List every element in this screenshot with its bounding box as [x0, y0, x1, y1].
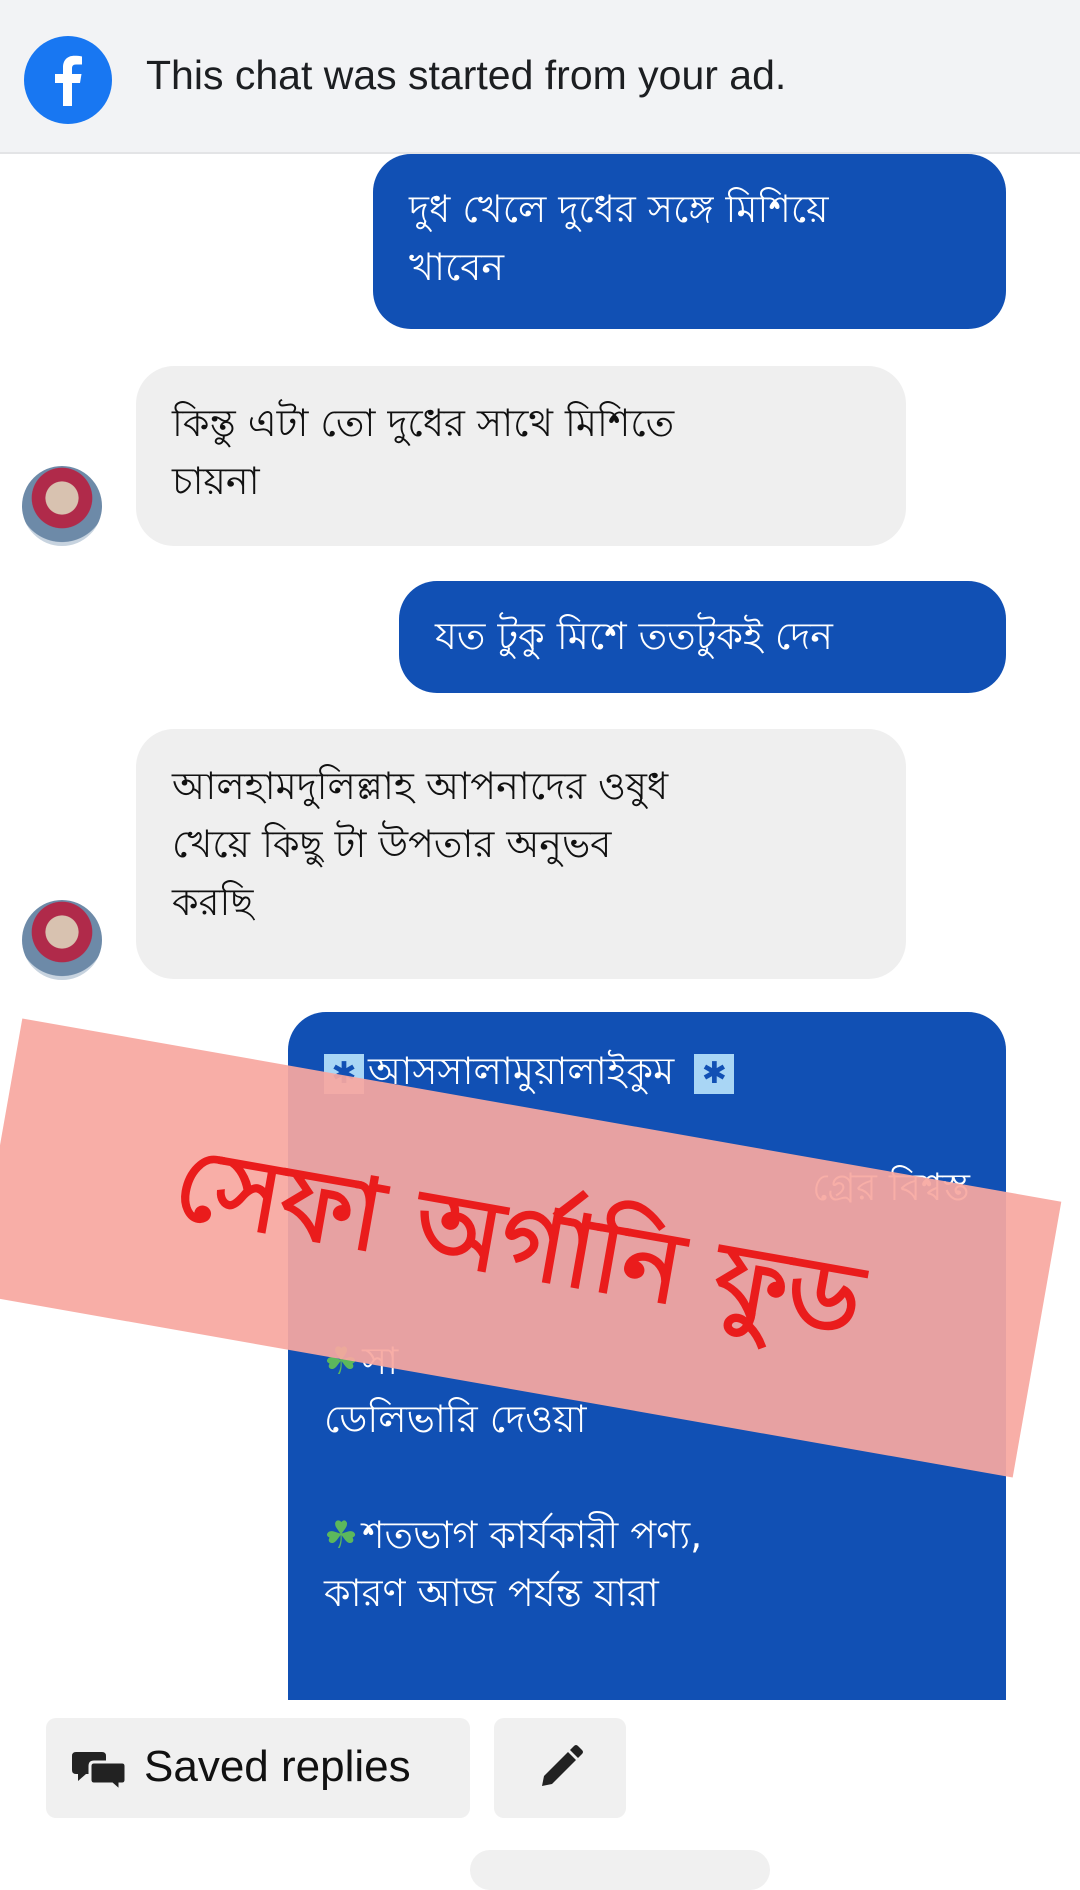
greeting-text: আসসালামুয়ালাইকুম: [368, 1049, 675, 1093]
message-text-line: যত টুকু মিশে ততটুকই দেন: [435, 614, 833, 658]
message-text-line: খাবেন: [409, 245, 505, 289]
facebook-icon: [24, 36, 112, 124]
message-text-line: খেয়ে কিছু টা উপতার অনুভব: [172, 822, 612, 866]
contact-avatar[interactable]: [22, 466, 102, 546]
edit-button[interactable]: [494, 1718, 626, 1818]
message-text: শতভাগ কার্যকারী পণ্য,: [362, 1513, 703, 1557]
message-bubble-outgoing[interactable]: দুধ খেলে দুধের সঙ্গে মিশিয়ে খাবেন: [373, 154, 1006, 329]
message-text-line: ☘ শতভাগ কার্যকারী পণ্য,: [324, 1506, 970, 1564]
clover-icon: ☘: [324, 1513, 359, 1557]
message-bubble-incoming[interactable]: কিন্তু এটা তো দুধের সাথে মিশিতে চায়না: [136, 366, 906, 546]
pencil-icon: [542, 1745, 583, 1786]
message-text-line: করছি: [172, 880, 254, 924]
saved-replies-label: Saved replies: [144, 1742, 411, 1791]
message-bubble-outgoing[interactable]: যত টুকু মিশে ততটুকই দেন: [399, 581, 1006, 693]
message-text-line: আলহামদুলিল্লাহ আপনাদের ওষুধ: [172, 764, 669, 808]
banner-text: This chat was started from your ad.: [146, 52, 787, 98]
message-text-line: দুধ খেলে দুধের সঙ্গে মিশিয়ে: [409, 187, 829, 231]
bottom-panel-edge: [470, 1850, 770, 1890]
contact-avatar[interactable]: [22, 900, 102, 980]
message-bubble-incoming[interactable]: আলহামদুলিল্লাহ আপনাদের ওষুধ খেয়ে কিছু ট…: [136, 729, 906, 979]
message-text-line: কারণ আজ পর্যন্ত যারা: [324, 1571, 659, 1615]
saved-replies-button[interactable]: Saved replies: [46, 1718, 470, 1818]
message-text-line: কিন্তু এটা তো দুধের সাথে মিশিতে: [172, 401, 675, 445]
message-text-line: চায়না: [172, 459, 260, 503]
ad-origin-banner: This chat was started from your ad.: [0, 0, 1080, 154]
chat-bubbles-icon: [72, 1752, 128, 1792]
sparkle-icon: ✱: [694, 1053, 735, 1094]
